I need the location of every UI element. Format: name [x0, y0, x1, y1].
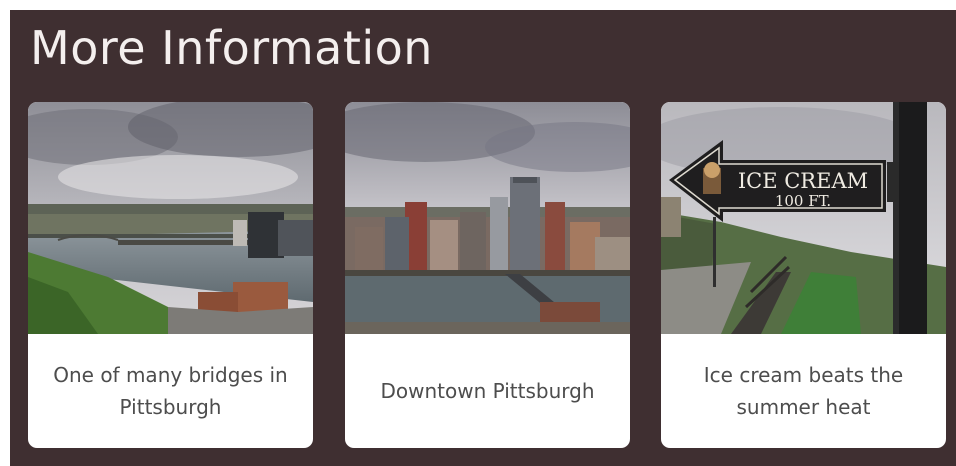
section-title: More Information [30, 21, 433, 75]
bridges-photo [28, 102, 313, 334]
ice-cream-photo: ICE CREAM 100 FT. [661, 102, 946, 334]
info-card-bridges[interactable]: One of many bridges in Pittsburgh [28, 102, 313, 448]
downtown-photo [345, 102, 630, 334]
more-information-section: More Information One of many bridges in … [10, 10, 956, 466]
card-caption: Downtown Pittsburgh [380, 379, 595, 403]
svg-text:100 FT.: 100 FT. [775, 192, 831, 210]
info-card-downtown[interactable]: Downtown Pittsburgh [345, 102, 630, 448]
card-caption: Ice cream beats the summer heat [703, 363, 904, 419]
card-caption: One of many bridges in Pittsburgh [53, 363, 288, 419]
svg-text:ICE CREAM: ICE CREAM [738, 169, 868, 193]
info-card-ice-cream[interactable]: ICE CREAM 100 FT. Ice cream beats the su… [661, 102, 946, 448]
